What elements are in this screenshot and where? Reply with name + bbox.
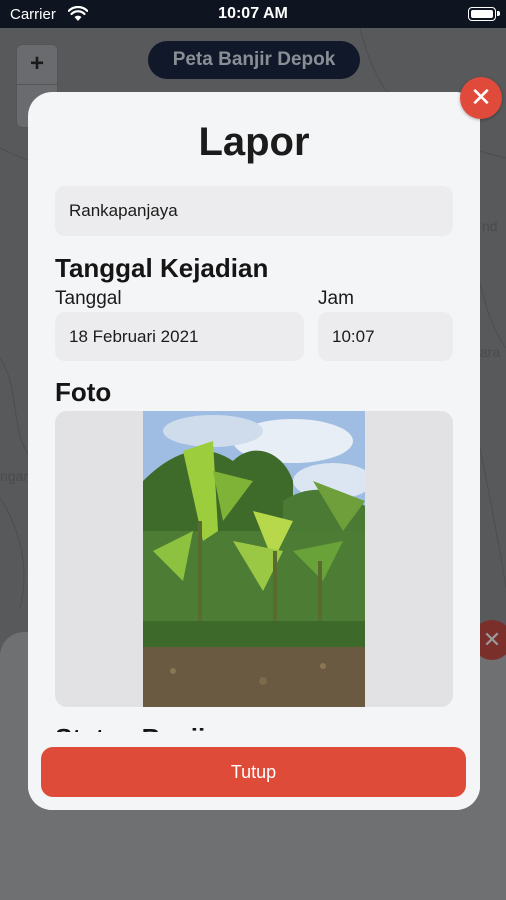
map-label: ngar	[0, 468, 29, 484]
time-field[interactable]: 10:07	[318, 312, 453, 361]
status-time: 10:07 AM	[218, 5, 288, 22]
date-section-title: Tanggal Kejadian	[55, 253, 269, 283]
map-label: nd	[482, 218, 498, 234]
battery-icon	[468, 7, 500, 21]
map-title: Peta Banjir Depok	[148, 41, 360, 79]
status-bar: Carrier 10:07 AM	[0, 0, 506, 28]
photo-container[interactable]	[55, 411, 453, 707]
zoom-in-button[interactable]: +	[17, 45, 57, 85]
close-icon: ✕	[470, 82, 492, 112]
location-field[interactable]: Rankapanjaya	[55, 186, 453, 236]
close-modal-button[interactable]: ✕	[460, 77, 502, 119]
date-label: Tanggal	[55, 288, 122, 309]
time-label: Jam	[318, 288, 354, 309]
date-field[interactable]: 18 Februari 2021	[55, 312, 304, 361]
modal-title: Lapor	[198, 120, 310, 164]
tutup-button[interactable]: Tutup	[41, 747, 466, 797]
map-label: ara	[480, 344, 501, 360]
report-modal: Lapor Rankapanjaya Tanggal Kejadian Tang…	[28, 92, 480, 810]
banana-plants-photo	[143, 411, 365, 707]
photo-section-title: Foto	[55, 377, 112, 407]
